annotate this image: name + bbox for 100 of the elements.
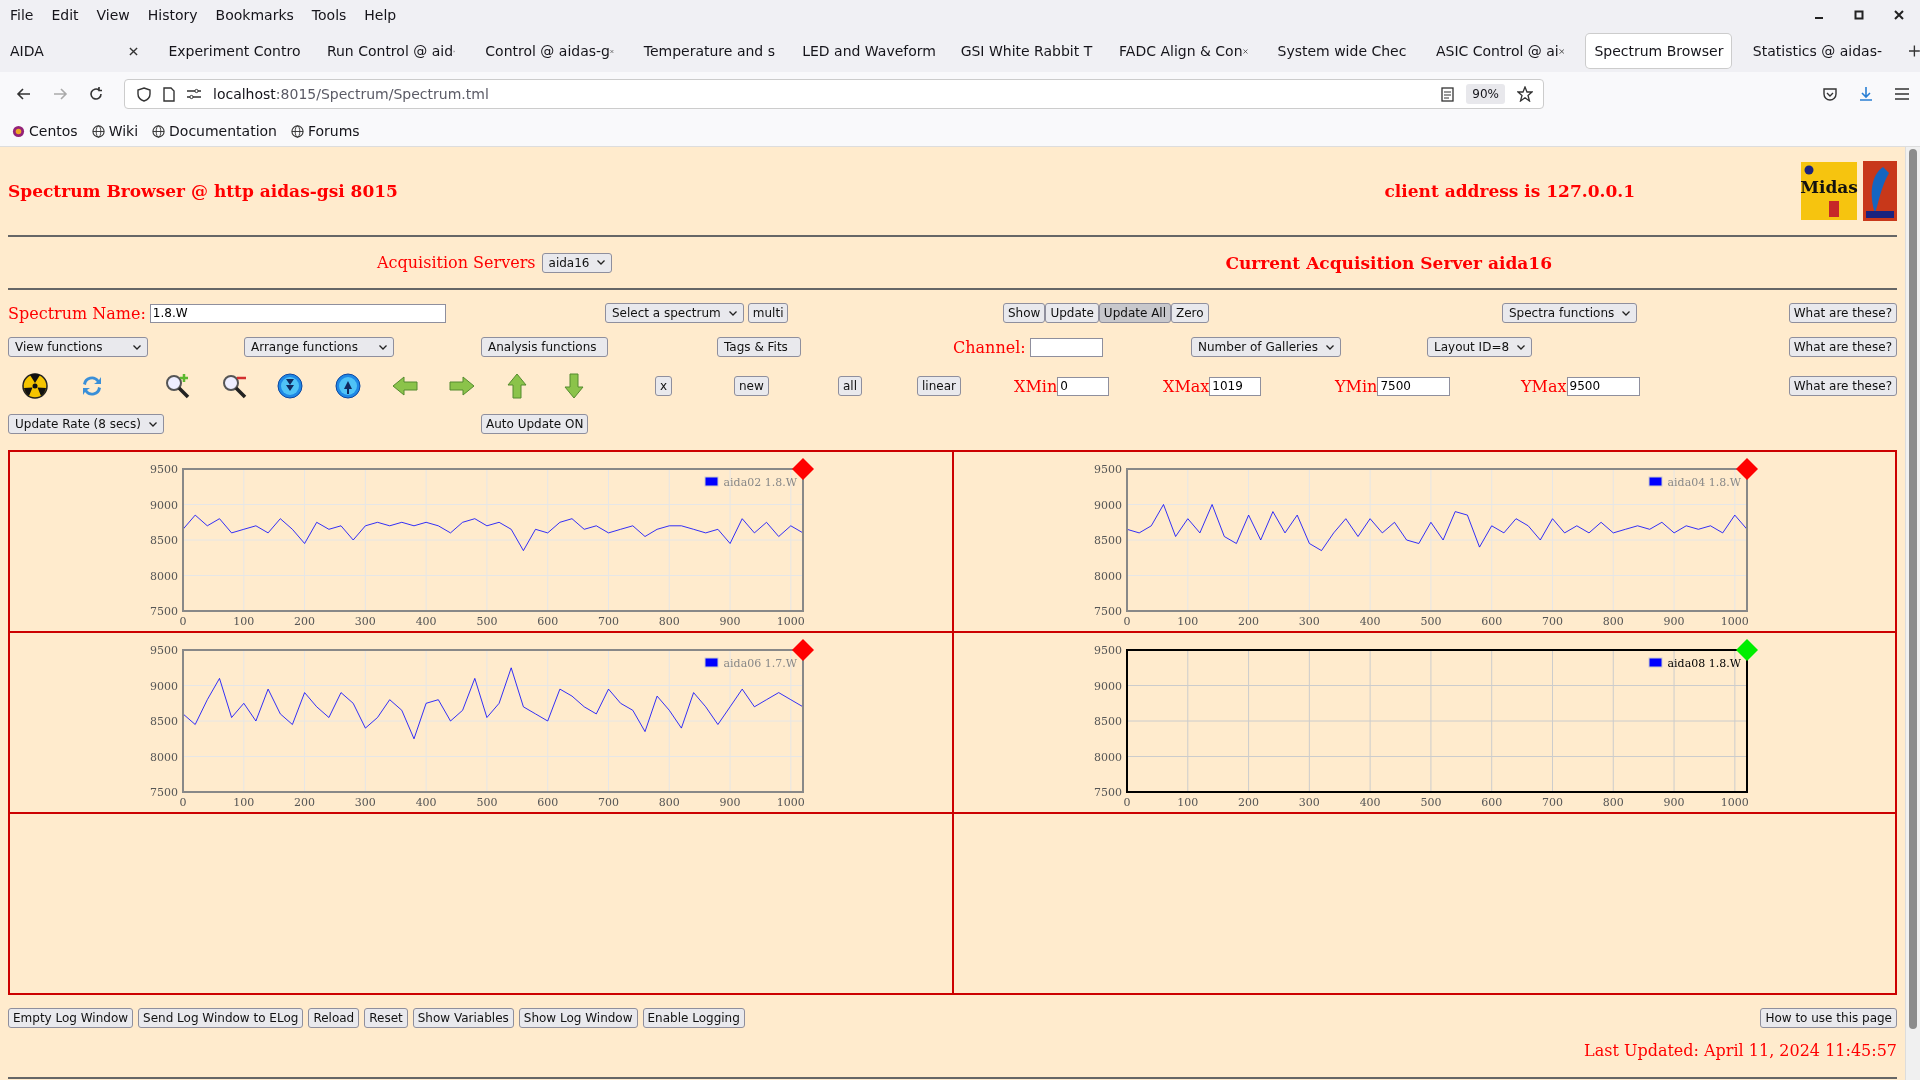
zoom-out-icon[interactable] [220, 372, 248, 400]
spectra-functions-select[interactable]: Spectra functions [1502, 303, 1638, 323]
x-tick-label: 600 [537, 796, 559, 809]
browser-tab[interactable]: LED and Waveform [794, 34, 939, 68]
x-tick-label: 1000 [776, 615, 805, 628]
pocket-icon[interactable] [1822, 86, 1838, 102]
range-field[interactable]: 0 [1057, 376, 1110, 396]
browser-tab[interactable]: FADC Align & Con [1111, 34, 1256, 68]
browser-tab[interactable]: Run Control @ aid [318, 34, 464, 68]
star-icon[interactable] [1517, 86, 1533, 102]
browser-tab[interactable]: Control @ aidas-g [477, 34, 622, 68]
log-button[interactable]: Send Log Window to ELog [138, 1008, 304, 1028]
help-button[interactable]: What are these? [1788, 303, 1897, 323]
bookmark-link[interactable]: Forums [308, 123, 360, 139]
channel-field[interactable] [1029, 337, 1103, 357]
scale-button[interactable]: new [734, 376, 769, 396]
function-select[interactable]: Arrange functions [244, 337, 394, 357]
help-button[interactable]: How to use this page [1760, 1008, 1897, 1028]
browser-tab[interactable]: Statistics @ aidas- [1744, 34, 1890, 68]
scale-button[interactable]: x [655, 376, 673, 396]
legend-swatch [704, 657, 719, 668]
x-tick-label: 500 [476, 615, 498, 628]
status-diamond[interactable] [792, 639, 814, 661]
legend-label: aida02 1.8.W [723, 476, 797, 489]
url-text[interactable]: localhost:8015/Spectrum/Spectrum.tml [213, 86, 489, 102]
spectrum-action-button[interactable]: Update [1045, 303, 1099, 323]
status-diamond[interactable] [1735, 639, 1758, 661]
bookmark-link[interactable]: Centos [29, 123, 78, 139]
maximize-icon[interactable] [1854, 10, 1864, 20]
menu-item[interactable]: Tools [311, 7, 347, 23]
x-tick-label: 500 [476, 796, 498, 809]
down-circle-icon[interactable] [276, 372, 304, 400]
bookmark-link[interactable]: Wiki [108, 123, 139, 139]
log-button[interactable]: Empty Log Window [8, 1008, 134, 1028]
scrollbar[interactable] [1905, 147, 1920, 1080]
y-tick-label: 8000 [150, 569, 178, 583]
range-field[interactable]: 1019 [1209, 376, 1262, 396]
log-button[interactable]: Show Log Window [518, 1008, 638, 1028]
function-select[interactable]: Analysis functions [481, 337, 608, 357]
browser-tab[interactable]: ASIC Control @ ai [1427, 34, 1573, 68]
multi-button[interactable]: multi [747, 303, 789, 323]
function-select[interactable]: View functions [8, 337, 148, 357]
layout-select[interactable]: Layout ID=8 [1427, 337, 1533, 357]
zoom-level[interactable]: 90% [1466, 84, 1505, 104]
menu-item[interactable]: Bookmarks [215, 7, 294, 23]
help-button[interactable]: What are these? [1788, 337, 1897, 357]
spectrum-action-button[interactable]: Update All [1098, 303, 1171, 323]
browser-tab[interactable]: System wide Chec [1269, 34, 1414, 68]
reader-view-icon[interactable] [1441, 86, 1455, 102]
radiation-icon[interactable] [21, 372, 49, 400]
menu-item[interactable]: View [96, 7, 130, 23]
scale-button[interactable]: all [838, 376, 863, 396]
address-bar[interactable]: localhost:8015/Spectrum/Spectrum.tml 90% [124, 79, 1544, 109]
log-button[interactable]: Reload [308, 1008, 360, 1028]
menu-icon[interactable] [1894, 87, 1910, 101]
x-tick-label: 0 [179, 615, 187, 628]
download-icon[interactable] [1858, 86, 1874, 102]
x-tick-label: 500 [1419, 796, 1441, 809]
help-button[interactable]: What are these? [1788, 376, 1897, 396]
auto-update-button[interactable]: Auto Update ON [481, 414, 589, 434]
spectrum-action-button[interactable]: Show [1003, 303, 1046, 323]
reload-icon[interactable] [88, 86, 104, 102]
up-circle-icon[interactable] [334, 372, 362, 400]
bookmark-link[interactable]: Documentation [169, 123, 277, 139]
browser-tab[interactable]: GSI White Rabbit T [952, 34, 1098, 68]
menu-item[interactable]: File [10, 7, 34, 23]
log-button[interactable]: Reset [364, 1008, 408, 1028]
zoom-in-icon[interactable] [163, 372, 191, 400]
browser-tab[interactable]: AIDA [2, 34, 147, 68]
scale-button[interactable]: linear [917, 376, 961, 396]
close-icon[interactable] [1894, 10, 1904, 20]
browser-tab[interactable]: Experiment Contro [160, 34, 305, 68]
spectrum-name-field[interactable]: 1.8.W [149, 303, 446, 323]
range-field[interactable]: 7500 [1377, 376, 1451, 396]
server-select[interactable]: aida16 [541, 252, 613, 273]
status-diamond[interactable] [1735, 458, 1758, 480]
browser-tab[interactable]: Temperature and s [635, 34, 781, 68]
back-icon[interactable] [16, 86, 32, 102]
new-tab-icon[interactable] [1909, 45, 1920, 57]
range-field[interactable]: 9500 [1566, 376, 1640, 396]
function-select[interactable]: Tags & Fits [717, 337, 801, 357]
x-tick-label: 700 [1541, 615, 1563, 628]
midas-logo: Midas [1801, 162, 1857, 220]
galleries-select[interactable]: Number of Galleries [1191, 337, 1341, 357]
browser-tab[interactable]: Spectrum Browser [1586, 34, 1731, 68]
menu-item[interactable]: Help [364, 7, 397, 23]
status-diamond[interactable] [792, 458, 814, 480]
x-tick-label: 800 [658, 615, 680, 628]
permissions-icon[interactable] [187, 88, 201, 100]
log-button[interactable]: Enable Logging [642, 1008, 745, 1028]
legend-label: aida04 1.8.W [1667, 476, 1741, 489]
spectrum-action-button[interactable]: Zero [1171, 303, 1209, 323]
spectrum-select[interactable]: Select a spectrum [605, 303, 744, 323]
log-button[interactable]: Show Variables [412, 1008, 514, 1028]
menu-item[interactable]: History [147, 7, 198, 23]
page-icon [163, 86, 175, 102]
update-rate-select[interactable]: Update Rate (8 secs) [8, 414, 164, 434]
close-icon[interactable] [129, 46, 139, 56]
page-title: Spectrum Browser @ http aidas-gsi 8015 [8, 181, 398, 201]
menu-item[interactable]: Edit [51, 7, 79, 23]
